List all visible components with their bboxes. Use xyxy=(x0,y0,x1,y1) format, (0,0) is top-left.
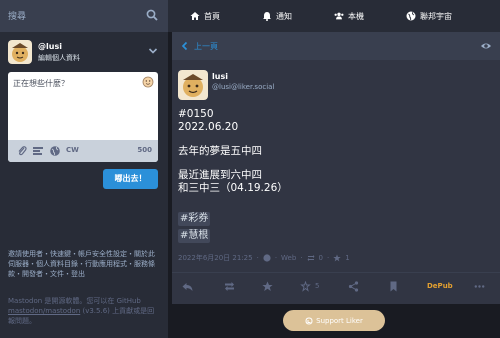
tab-federated-label: 聯邦宇宙 xyxy=(420,11,452,21)
search-icon[interactable] xyxy=(146,9,158,21)
share-icon[interactable] xyxy=(348,281,359,292)
edit-profile-link[interactable]: 編輯個人資料 xyxy=(38,53,80,63)
chevron-left-icon[interactable] xyxy=(180,41,190,51)
star-icon[interactable] xyxy=(262,281,273,292)
boost-icon xyxy=(307,255,315,261)
like-count: 5 xyxy=(315,282,320,290)
meta-separator: · xyxy=(300,254,303,262)
depub-button[interactable]: DePub xyxy=(427,282,453,290)
eye-icon[interactable] xyxy=(480,40,492,52)
about-text: Mastodon 是開源軟體。您可以在 GitHub mastodon/mast… xyxy=(8,296,160,326)
tab-notifications-label: 通知 xyxy=(276,11,292,21)
bell-icon xyxy=(263,12,271,21)
tab-home-label: 首頁 xyxy=(204,11,220,21)
tab-local-label: 本機 xyxy=(348,11,364,21)
status-line: 2022.06.20 xyxy=(178,121,239,133)
character-counter: 500 xyxy=(137,146,152,154)
home-icon xyxy=(190,12,200,20)
status-detail: 上一頁 lusi @lusi@liker.social #0150 2022.0… xyxy=(172,32,500,304)
column-header: 上一頁 xyxy=(172,32,500,60)
status-meta: 2022年6月20日 21:25 · · Web · 0 · 1 xyxy=(178,253,350,263)
compose-column: 搜尋 @lusi 編輯個人資料 正在想些什麼？ CW 500 嘟出去！ 邀請使用… xyxy=(0,0,168,338)
status-display-name[interactable]: lusi xyxy=(212,72,228,81)
tab-bar: 首頁 通知 本機 聯邦宇宙 xyxy=(168,0,500,32)
compose-profile: @lusi 編輯個人資料 xyxy=(8,40,160,68)
boost-count[interactable]: 0 xyxy=(319,254,323,262)
support-liker-button[interactable]: Support Liker xyxy=(283,310,385,331)
status-line: 最近進展到六中四 xyxy=(178,169,262,181)
meta-separator: · xyxy=(274,254,278,262)
search-placeholder: 搜尋 xyxy=(8,12,27,22)
status-line: 去年的夢是五中四 xyxy=(178,145,262,157)
star-icon xyxy=(333,254,341,262)
reply-icon[interactable] xyxy=(182,281,193,292)
toot-button[interactable]: 嘟出去！ xyxy=(103,169,158,189)
hashtag-link[interactable]: #慧根 xyxy=(178,229,211,243)
favourite-count[interactable]: 1 xyxy=(345,254,349,262)
globe-icon xyxy=(263,254,271,262)
status-action-bar: 5 DePub xyxy=(172,272,500,298)
boost-icon[interactable] xyxy=(224,281,235,292)
status-content: #0150 2022.06.20 去年的夢是五中四 最近進展到六中四 和三中三（… xyxy=(178,108,478,206)
like-icon[interactable] xyxy=(300,281,311,292)
chevron-down-icon[interactable] xyxy=(148,46,158,56)
search-input[interactable]: 搜尋 xyxy=(0,0,168,32)
profile-name[interactable]: @lusi xyxy=(38,42,62,51)
status-avatar[interactable] xyxy=(178,70,208,100)
status-account[interactable]: @lusi@liker.social xyxy=(212,83,274,91)
back-button[interactable]: 上一頁 xyxy=(194,41,218,52)
users-icon xyxy=(334,12,344,20)
globe-icon xyxy=(406,11,416,21)
meta-separator: · xyxy=(327,254,330,262)
status-line: #0150 xyxy=(178,108,214,120)
avatar[interactable] xyxy=(8,40,32,64)
about-prefix: Mastodon 是開源軟體。您可以在 GitHub xyxy=(8,297,141,305)
compose-textarea[interactable]: 正在想些什麼？ xyxy=(13,78,140,89)
more-icon[interactable] xyxy=(474,281,485,292)
poll-icon[interactable] xyxy=(32,145,44,157)
compose-form: 正在想些什麼？ CW 500 xyxy=(8,72,158,162)
tab-home[interactable]: 首頁 xyxy=(190,0,220,32)
support-liker-label: Support Liker xyxy=(316,316,363,325)
tab-federated[interactable]: 聯邦宇宙 xyxy=(406,0,452,32)
paperclip-icon[interactable] xyxy=(16,145,28,157)
tab-notifications[interactable]: 通知 xyxy=(262,0,292,32)
footer-links[interactable]: 邀請使用者・快速鍵・帳戶安全性設定・關於此伺服器・個人資料目錄・行動應用程式・服… xyxy=(8,249,160,279)
globe-icon[interactable] xyxy=(49,145,61,157)
meta-separator: · xyxy=(256,254,259,262)
github-repo-link[interactable]: mastodon/mastodon xyxy=(8,307,80,315)
content-warning-button[interactable]: CW xyxy=(66,146,79,154)
status-application[interactable]: Web xyxy=(281,254,296,262)
liker-icon xyxy=(305,316,313,325)
hashtag-link[interactable]: #彩券 xyxy=(178,212,211,226)
status-timestamp[interactable]: 2022年6月20日 21:25 xyxy=(178,253,253,263)
bookmark-icon[interactable] xyxy=(388,281,399,292)
tab-local[interactable]: 本機 xyxy=(334,0,364,32)
emoji-picker-icon[interactable] xyxy=(142,76,154,88)
compose-toolbar: CW 500 xyxy=(8,140,158,162)
status-line: 和三中三（04.19.26） xyxy=(178,182,288,194)
hashtag-list: #彩券 #慧根 xyxy=(178,212,211,246)
